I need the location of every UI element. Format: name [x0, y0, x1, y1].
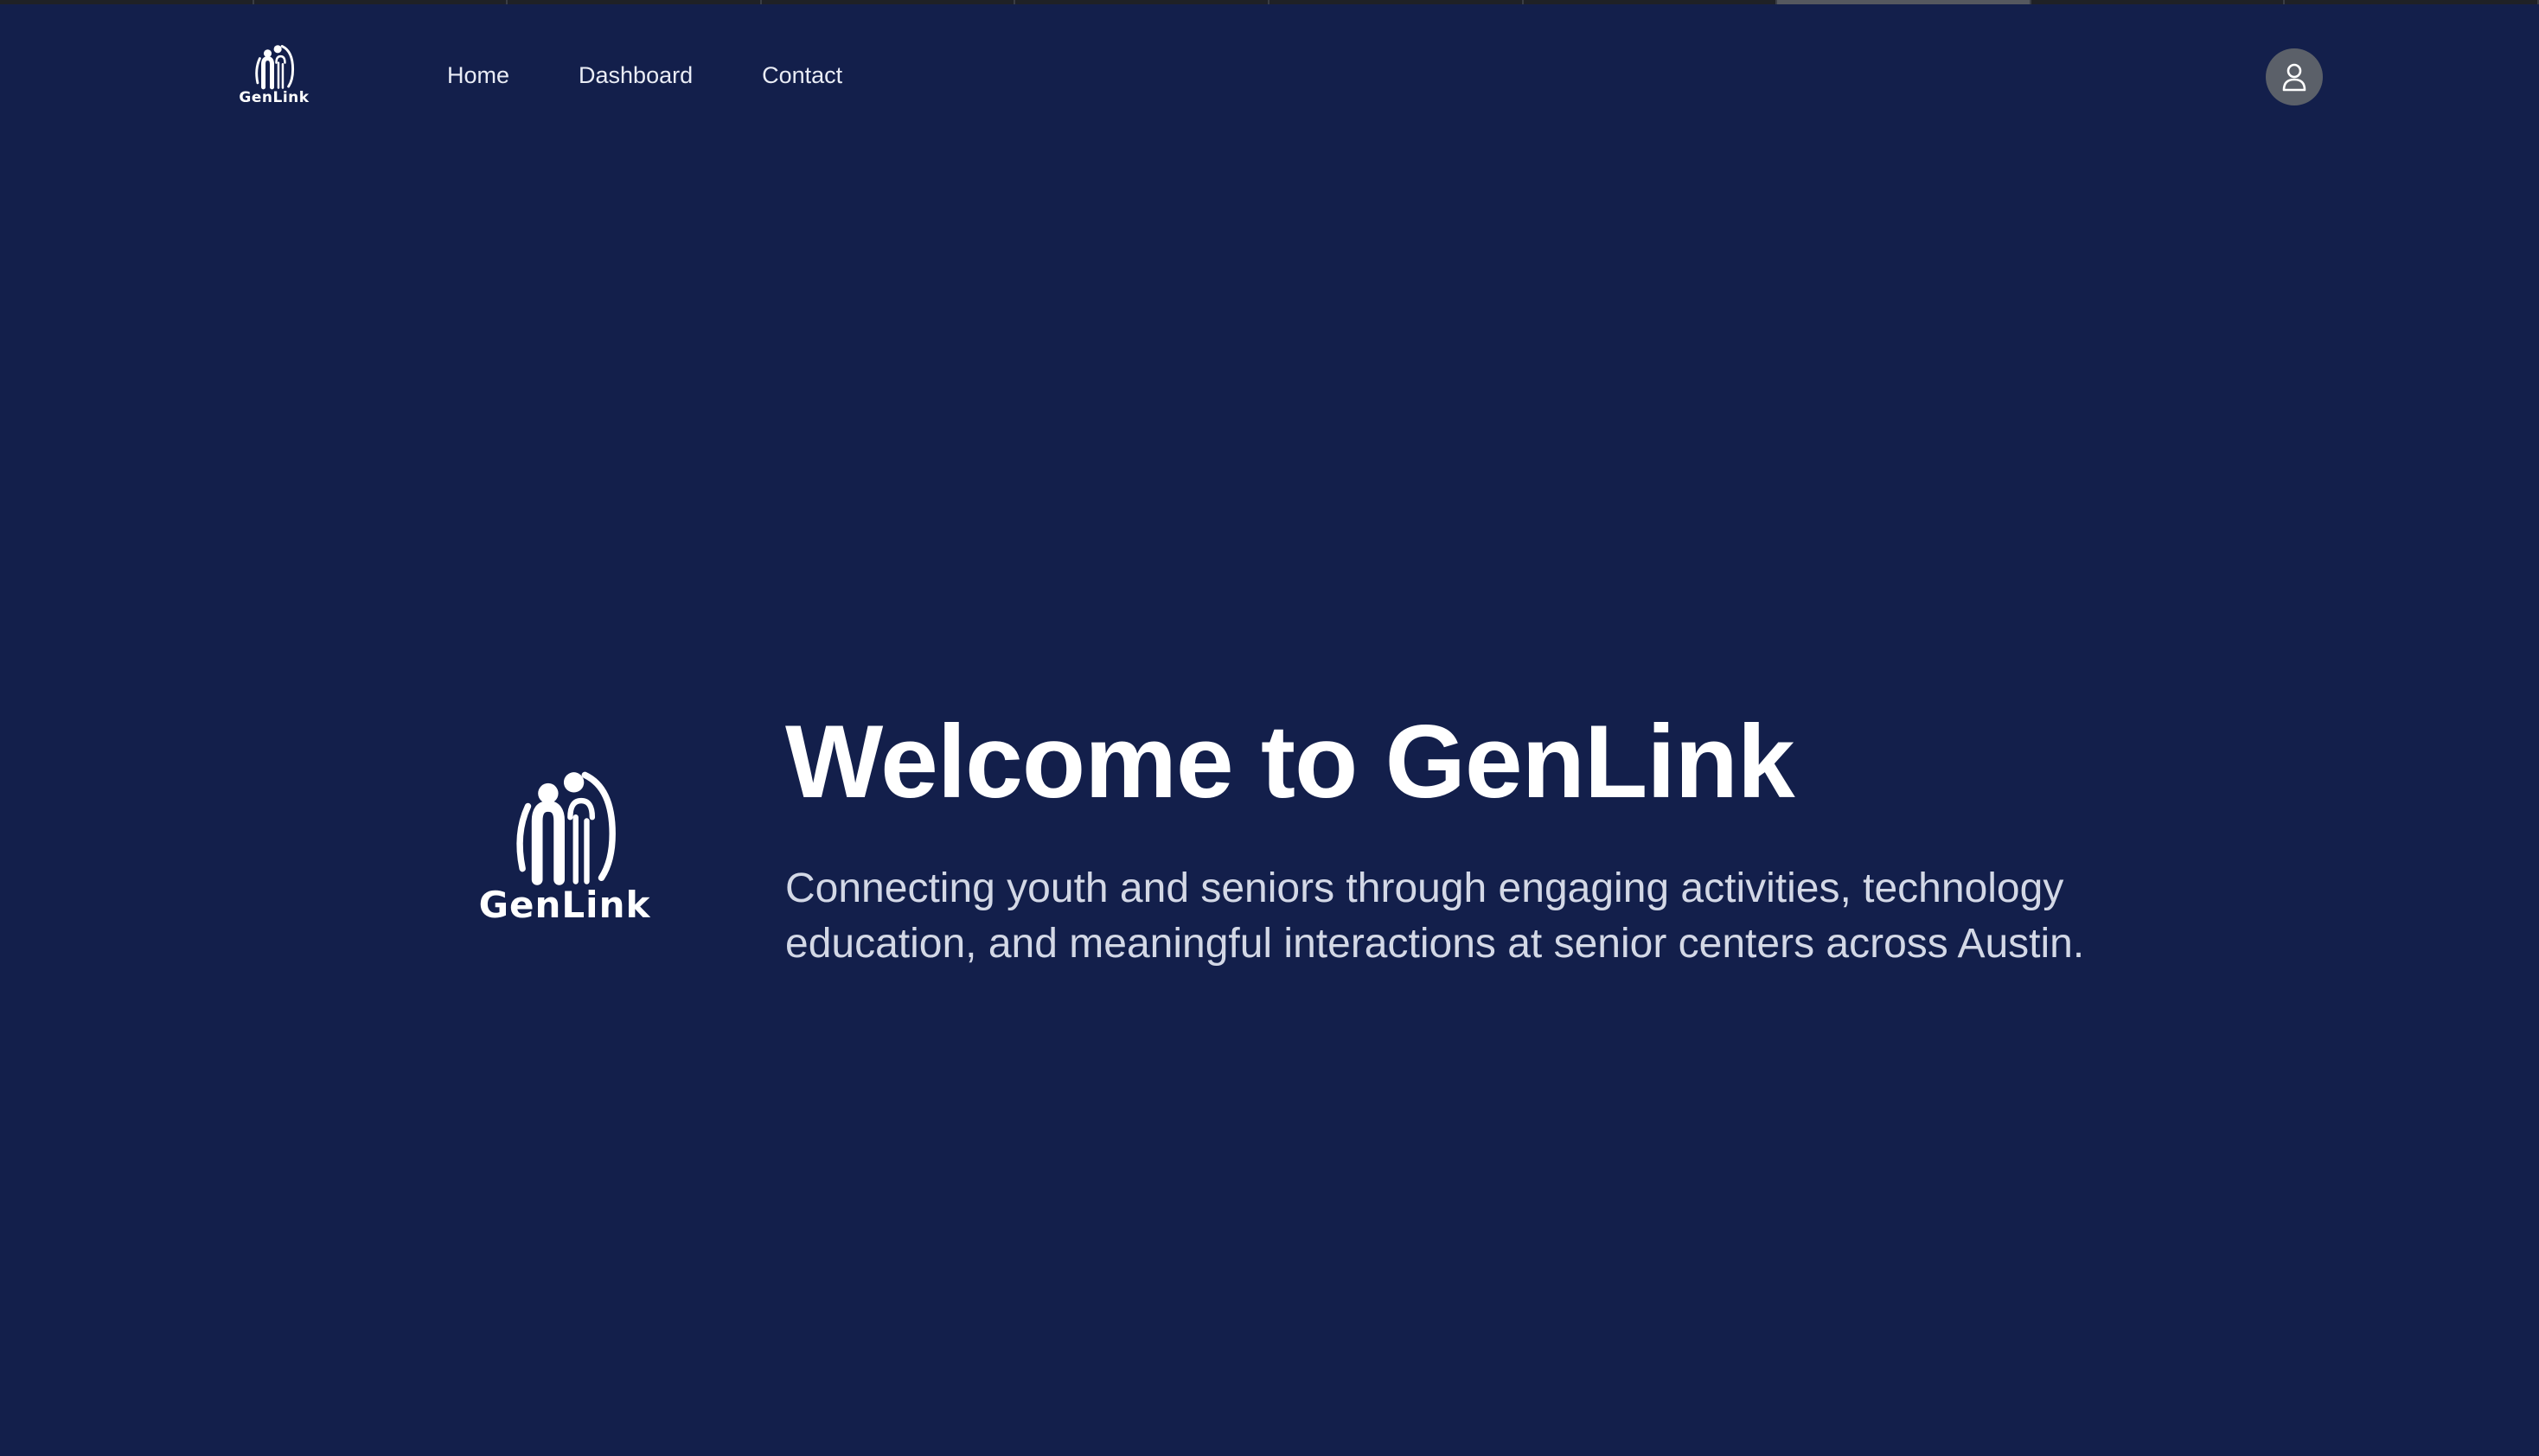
genlink-logo-icon [516, 771, 616, 885]
hero-text: Welcome to GenLink Connecting youth and … [785, 697, 2134, 972]
hero-subtitle: Connecting youth and seniors through eng… [785, 865, 2085, 967]
hero-section: GenLink Welcome to GenLink Connecting yo… [0, 0, 2539, 1456]
hero-logo: GenLink [474, 770, 656, 934]
hero-title: Welcome to GenLink [785, 704, 1795, 820]
hero-logo-text: GenLink [478, 884, 651, 926]
